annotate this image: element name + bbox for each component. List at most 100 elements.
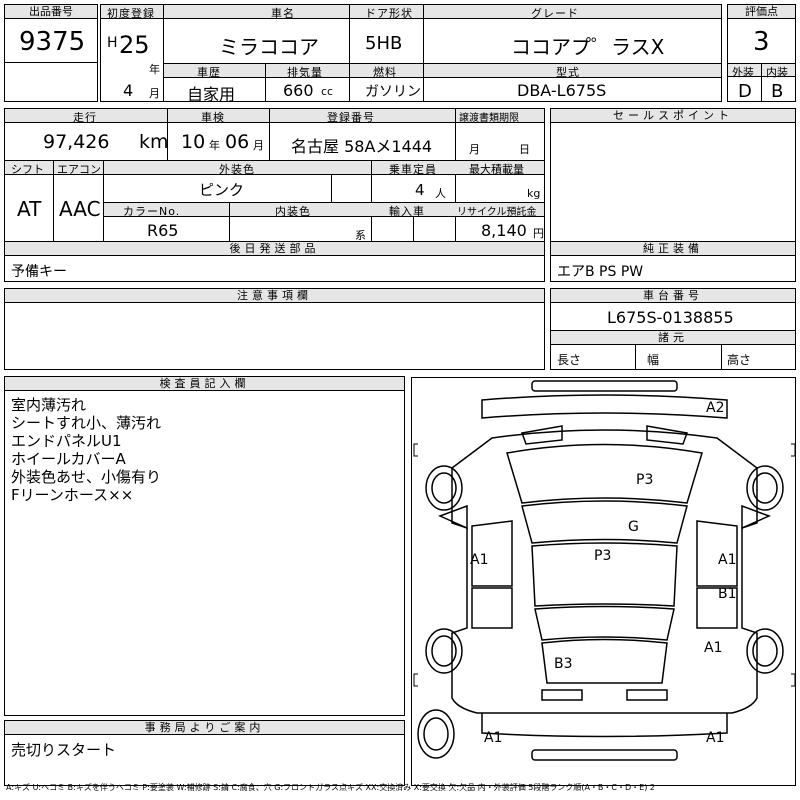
damage-rear-bumper-right: A1 [706,730,725,746]
color-no-label: カラーNo. [123,205,181,218]
exterior-grade: D [738,81,752,102]
sales-point-label: セールスポイント [551,109,795,123]
fuel: ガソリン [365,84,421,100]
capacity-unit: 人 [435,187,446,200]
first-reg-month: 4 [123,81,134,100]
inspector-note: エンドパネルU1 [11,432,122,450]
ext-color-label: 外装色 [219,163,255,176]
interior-label: 内装 [766,66,788,79]
displacement-unit: cc [321,85,334,98]
inspection-year: 10 [181,131,206,153]
notes-box: 注意事項欄 [4,288,545,370]
damage-left-front-door: A1 [470,552,489,568]
capacity-label: 乗車定員 [389,163,437,176]
int-color-label: 内装色 [275,205,311,218]
inspector-note: シートすれ小、薄汚れ [11,414,162,432]
recycle-unit: 円 [533,227,544,240]
transfer-month-unit: 月 [469,143,480,156]
equipment-label: 純正装備 [551,242,795,256]
load-label: 最大積載量 [469,163,524,176]
history: 自家用 [187,85,236,104]
damage-hood: P3 [636,472,654,488]
mileage-label: 走行 [73,111,97,124]
car-name: ミラココア [219,35,319,59]
lot-number-box: 出品番号 9375 [4,4,98,102]
inspection-month: 06 [225,131,250,153]
ext-color: ピンク [199,181,245,199]
sales-point-box: セールスポイント [550,108,796,242]
damage-diagram: A2 P3 G P3 A1 A1 B1 A1 B3 A1 A1 [411,377,796,786]
car-name-label: 車名 [271,7,295,20]
lot-number-label: 出品番号 [5,5,97,19]
equipment-box: 純正装備 エアB PS PW [550,241,796,282]
first-reg-year-unit: 年 [149,63,160,76]
chassis-number: L675S-0138855 [607,308,734,327]
damage-right-rear-door: B1 [718,586,737,602]
shift-label: シフト [11,163,44,176]
chassis-label: 車台番号 [551,289,795,303]
inspector-note: ホイールカバーA [11,450,126,468]
fuel-label: 燃料 [373,66,397,79]
height-label: 高さ [727,353,752,367]
damage-right-quarter: A1 [704,640,723,656]
lot-number: 9375 [19,27,86,57]
parts-label: 後日発送部品 [5,242,544,256]
import-label: 輸入車 [389,205,425,218]
score-box: 評価点 3 外装 内装 D B [727,4,796,102]
damage-roof: P3 [594,548,612,564]
exterior-label: 外装 [732,66,754,79]
damage-rear-bumper-left: A1 [484,730,503,746]
chassis-box: 車台番号 L675S-0138855 諸元 長さ 幅 高さ [550,288,796,370]
load-unit: kg [527,187,541,200]
inspector-label: 検査員記入欄 [5,377,404,391]
inspector-note: 室内薄汚れ [11,396,87,414]
office-value: 売切りスタート [11,741,117,759]
color-no: R65 [147,221,179,240]
inspection-label: 車検 [201,111,225,124]
width-label: 幅 [647,353,660,367]
office-label: 事務局よりご案内 [5,721,404,735]
notes-label: 注意事項欄 [5,289,544,303]
dims-label: 諸元 [551,331,795,345]
grade-label: グレード [531,7,579,20]
length-label: 長さ [557,353,582,367]
inspector-note: 外装色あせ、小傷有り [11,468,162,486]
score-label: 評価点 [728,5,795,19]
recycle-fee: 8,140 [481,221,527,240]
model: DBA-L675S [517,81,607,100]
inspection-month-unit: 月 [253,139,264,152]
aircon: AAC [59,197,101,221]
recycle-label: リサイクル預託金 [457,207,537,218]
plate-number: 名古屋 58Aメ1444 [291,137,433,156]
inspection-year-unit: 年 [209,139,220,152]
first-reg-month-unit: 月 [149,87,160,100]
inspector-box: 検査員記入欄 室内薄汚れ シートすれ小、薄汚れ エンドパネルU1 ホイールカバー… [4,376,405,716]
aircon-label: エアコン [57,163,101,176]
damage-windshield: G [628,519,639,535]
transfer-day-unit: 日 [519,143,530,156]
era: H [107,35,118,51]
damage-front-bumper: A2 [706,400,725,416]
grade: ココアプ゜ラスX [511,35,665,59]
legend: A:キズ U:ヘコミ B:キズを伴うヘコミ P:要塗装 W:補修跡 S:錆 C:… [6,783,655,792]
mileage-unit: km [139,131,169,153]
damage-right-front-door: A1 [718,552,737,568]
inspector-notes: 室内薄汚れ シートすれ小、薄汚れ エンドパネルU1 ホイールカバーA 外装色あせ… [11,396,161,504]
mileage: 97,426 [43,131,110,153]
parts-box: 後日発送部品 予備キー [4,241,545,282]
score: 3 [753,27,770,57]
interior-grade: B [771,81,784,102]
shift: AT [17,197,42,221]
capacity: 4 [415,181,425,199]
parts-value: 予備キー [11,264,67,280]
door-type: 5HB [365,33,403,54]
damage-trunk: B3 [554,656,573,672]
spec-box: 走行 車検 登録番号 譲渡書類期限 97,426 km 10 年 06 月 名古… [4,108,545,242]
history-label: 車歴 [197,66,221,79]
first-reg-label: 初度登録 [107,7,155,20]
inspector-note: Fリーンホース×× [11,486,134,504]
first-registration-box: 初度登録 車名 ドア形状 グレード H 25 年 ミラココア 5HB ココアプ゜… [100,4,722,104]
equipment-value: エアB PS PW [557,264,644,280]
displacement: 660 [283,81,314,100]
displacement-label: 排気量 [287,66,323,79]
